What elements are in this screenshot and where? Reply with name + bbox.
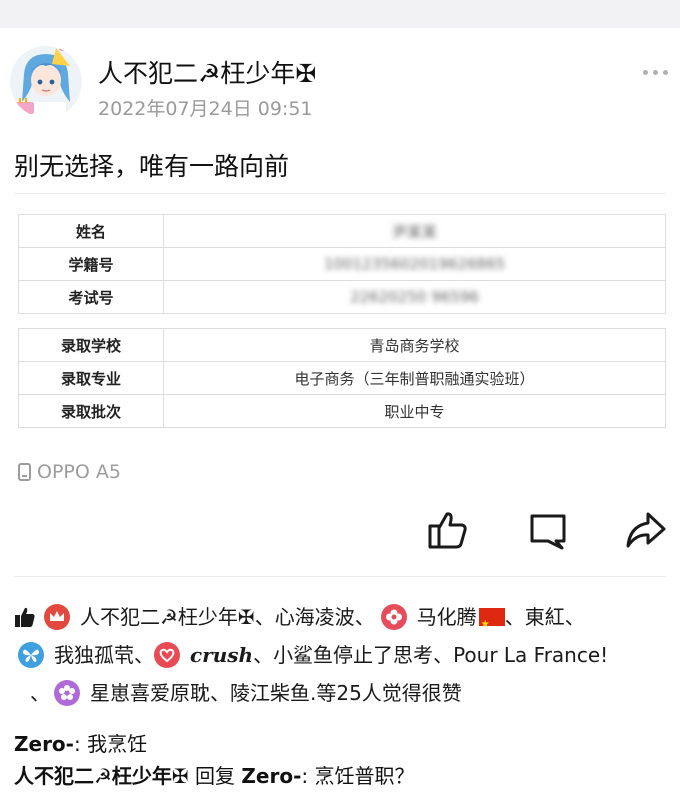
heart-badge-icon [154,642,180,668]
like-name[interactable]: Pour La France! [453,636,608,674]
table-value: 职业中专 [163,394,666,428]
like-name[interactable]: 小鲨鱼停止了思考 [273,636,433,674]
post-image[interactable]: 姓名 尹某某 学籍号 1001235602019626865 考试号 22620… [14,196,666,450]
table-label: 录取学校 [18,328,164,362]
flower-badge-icon [54,680,80,706]
separator: 、 [253,643,274,667]
blurred-value: 22620250 96596 [350,288,479,306]
comments-list: Zero-: 我烹饪 人不犯二☭枉少年✠ 回复 Zero-: 烹饪普职？ [14,728,415,792]
divider [14,193,666,194]
likes-line: 人不犯二☭枉少年✠、 心海凌波、 马化腾 、 東紅、 [14,598,674,644]
separator: 、 [254,605,275,629]
like-name[interactable]: 马化腾 [417,598,477,636]
crown-badge-icon [44,604,70,630]
comment-author[interactable]: Zero- [14,732,74,756]
table-row: 学籍号 1001235602019626865 [18,247,666,281]
more-dots-icon[interactable] [641,62,671,82]
separator: 、 [210,681,230,705]
separator: 、 [564,605,585,629]
blurred-value: 1001235602019626865 [323,255,506,273]
china-flag-icon [478,606,505,644]
comment-button[interactable] [526,508,570,552]
like-name[interactable]: 我独孤茕 [54,636,134,674]
separator: 、 [433,643,454,667]
table-row: 录取批次 职业中专 [18,394,666,428]
separator: 、 [30,681,50,705]
table-row: 录取专业 电子商务（三年制普职融通实验班） [18,361,666,395]
like-name[interactable]: 人不犯二☭枉少年✠ [80,598,255,636]
comment-text: : 我烹饪 [73,732,148,756]
post-author[interactable]: 人不犯二☭枉少年✠ [98,54,316,90]
table-label: 姓名 [18,214,164,248]
admission-table-top: 姓名 尹某某 学籍号 1001235602019626865 考试号 22620… [18,214,666,314]
blurred-value: 尹某某 [391,222,437,241]
comment-text: : 烹饪普职？ [301,764,415,788]
table-value: 1001235602019626865 [163,247,666,281]
like-name[interactable]: 東紅 [525,598,565,636]
likes-list: 人不犯二☭枉少年✠、 心海凌波、 马化腾 、 東紅、 我独孤茕、 crush、 … [14,598,674,712]
table-row: 录取学校 青岛商务学校 [18,328,666,362]
table-value: 电子商务（三年制普职融通实验班） [163,361,666,395]
reply-target[interactable]: Zero- [241,764,301,788]
table-value: 22620250 96596 [163,280,666,314]
table-label: 录取批次 [18,394,164,428]
table-label: 考试号 [18,280,164,314]
like-name[interactable]: 星崽喜爱原耽 [90,674,210,712]
likes-line: 我独孤茕、 crush、 小鲨鱼停止了思考、 Pour La France! [14,636,674,674]
top-band [0,0,680,28]
post-text: 别无选择，唯有一路向前 [14,152,290,181]
admission-table-bottom: 录取学校 青岛商务学校 录取专业 电子商务（三年制普职融通实验班） 录取批次 职… [18,328,666,428]
avatar[interactable] [10,44,82,120]
share-button[interactable] [624,508,668,552]
thumbs-up-icon [428,512,467,549]
post-timestamp: 2022年07月24日 09:51 [98,98,313,120]
device-info: OPPO A5 [18,461,121,483]
share-arrow-icon [626,512,666,548]
likes-summary: 等25人觉得很赞 [316,681,462,705]
reply-word: 回复 [188,764,242,788]
comment-bubble-icon [530,514,566,550]
comment-author[interactable]: 人不犯二☭枉少年✠ [14,764,189,788]
phone-icon [18,463,31,481]
table-label: 录取专业 [18,361,164,395]
separator: 、 [504,605,525,629]
flower-badge-icon [380,604,407,630]
like-button[interactable] [426,508,470,552]
like-name[interactable]: 心海凌波 [275,598,355,636]
thumbs-up-icon [15,607,35,627]
table-row: 考试号 22620250 96596 [18,280,666,314]
like-name[interactable]: crush [190,636,253,674]
table-label: 学籍号 [18,247,164,281]
comment-item[interactable]: 人不犯二☭枉少年✠ 回复 Zero-: 烹饪普职？ [14,760,415,792]
butterfly-badge-icon [18,642,44,668]
separator: 、 [134,643,154,667]
table-value: 青岛商务学校 [163,328,666,362]
device-name: OPPO A5 [37,461,121,483]
divider [14,576,666,577]
table-value: 尹某某 [163,214,666,248]
likes-line: 、 星崽喜爱原耽、 陵江柴鱼. 等25人觉得很赞 [14,674,674,712]
table-row: 姓名 尹某某 [18,214,666,248]
separator: 、 [354,605,375,629]
like-name[interactable]: 陵江柴鱼. [230,674,316,712]
comment-item[interactable]: Zero-: 我烹饪 [14,728,415,760]
